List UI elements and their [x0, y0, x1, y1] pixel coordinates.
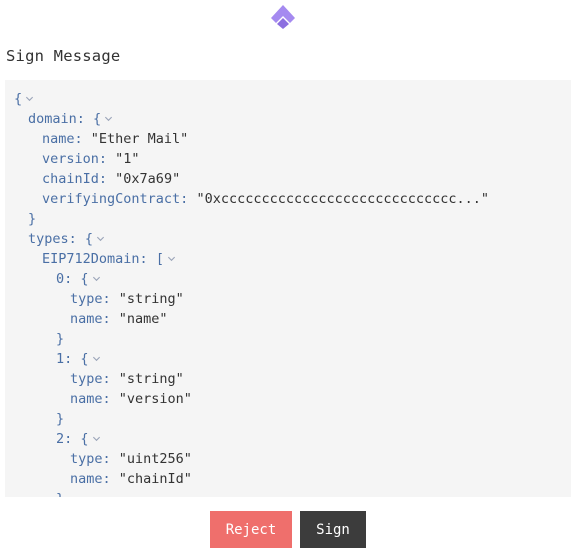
message-line: } — [56, 489, 64, 497]
message-separator: : — [68, 231, 85, 247]
message-separator: : — [102, 391, 119, 407]
message-key: types — [28, 231, 69, 247]
message-bracket: } — [56, 491, 64, 497]
message-line: verifyingContract: "0xcccccccccccccccccc… — [42, 189, 489, 209]
message-bracket: } — [56, 411, 65, 427]
message-separator: : — [139, 251, 156, 267]
message-line[interactable]: 2: { — [56, 429, 101, 449]
message-separator: : — [102, 471, 119, 487]
message-separator: : — [76, 111, 94, 127]
message-key: chainId — [42, 171, 99, 187]
message-line: version: "1" — [42, 149, 140, 169]
message-line[interactable]: 1: { — [56, 349, 101, 369]
message-line: chainId: "0x7a69" — [42, 169, 180, 189]
message-bracket: } — [56, 331, 65, 347]
message-key: domain — [28, 111, 77, 127]
message-separator: : — [102, 451, 119, 467]
message-separator: : — [64, 351, 81, 367]
message-bracket: { — [93, 111, 102, 127]
message-bracket: } — [28, 211, 37, 227]
message-value: "chainId" — [118, 471, 192, 487]
message-separator: : — [102, 371, 119, 387]
message-line: type: "string" — [70, 369, 184, 389]
message-value: "name" — [118, 311, 168, 327]
chevron-down-icon[interactable] — [96, 234, 105, 243]
message-value: "string" — [118, 371, 184, 387]
message-separator: : — [98, 171, 116, 187]
message-key: name — [70, 311, 103, 327]
message-value: "version" — [118, 391, 192, 407]
message-value: "uint256" — [118, 451, 192, 467]
message-value: "0x7a69" — [115, 171, 181, 187]
message-line[interactable]: types: { — [28, 229, 105, 249]
message-line[interactable]: 0: { — [56, 269, 101, 289]
message-value: "string" — [118, 291, 184, 307]
message-viewer[interactable]: {domain: {name: "Ether Mail" version: "1"… — [5, 80, 571, 497]
message-key: EIP712Domain — [42, 251, 140, 267]
message-separator: : — [64, 431, 81, 447]
message-bracket: { — [80, 351, 89, 367]
message-key: 0 — [56, 271, 65, 287]
message-line: type: "string" — [70, 289, 184, 309]
message-bracket: { — [80, 431, 89, 447]
message-key: version — [42, 151, 99, 167]
message-line: } — [56, 409, 64, 429]
message-line[interactable]: EIP712Domain: [ — [42, 249, 176, 269]
message-line: name: "chainId" — [70, 469, 192, 489]
sign-button[interactable]: Sign — [300, 511, 366, 548]
chevron-down-icon[interactable] — [104, 114, 113, 123]
message-separator: : — [102, 291, 119, 307]
message-key: 1 — [56, 351, 65, 367]
message-bracket: { — [84, 231, 94, 247]
message-key: 2 — [56, 431, 65, 447]
chevron-down-icon[interactable] — [92, 274, 101, 283]
page-title: Sign Message — [6, 47, 121, 65]
message-value: "Ether Mail" — [90, 131, 189, 147]
message-key: verifyingContract — [42, 191, 181, 207]
message-separator: : — [74, 131, 91, 147]
message-line: } — [56, 329, 64, 349]
message-bracket: [ — [155, 251, 164, 267]
message-separator: : — [102, 311, 119, 327]
chevron-down-icon[interactable] — [92, 434, 101, 443]
message-bracket: { — [14, 91, 23, 107]
message-line: name: "Ether Mail" — [42, 129, 188, 149]
message-key: name — [70, 471, 103, 487]
chevron-down-icon[interactable] — [92, 354, 101, 363]
message-line[interactable]: { — [14, 89, 34, 109]
message-key: type — [70, 371, 103, 387]
chevron-down-icon[interactable] — [25, 94, 34, 103]
message-value: "1" — [115, 151, 140, 167]
message-value: "0xccccccccccccccccccccccccccccc..." — [196, 191, 490, 207]
message-line[interactable]: domain: { — [28, 109, 113, 129]
chevron-down-icon[interactable] — [167, 254, 176, 263]
message-separator: : — [98, 151, 116, 167]
message-key: type — [70, 291, 103, 307]
message-line: } — [28, 209, 36, 229]
message-bracket: { — [80, 271, 89, 287]
message-separator: : — [64, 271, 81, 287]
message-key: name — [70, 391, 103, 407]
reject-button[interactable]: Reject — [210, 511, 292, 548]
message-line: name: "version" — [70, 389, 192, 409]
message-key: type — [70, 451, 103, 467]
message-line: type: "uint256" — [70, 449, 192, 469]
brand-logo-icon — [271, 5, 295, 29]
message-separator: : — [180, 191, 197, 207]
message-line: name: "name" — [70, 309, 168, 329]
message-key: name — [42, 131, 75, 147]
